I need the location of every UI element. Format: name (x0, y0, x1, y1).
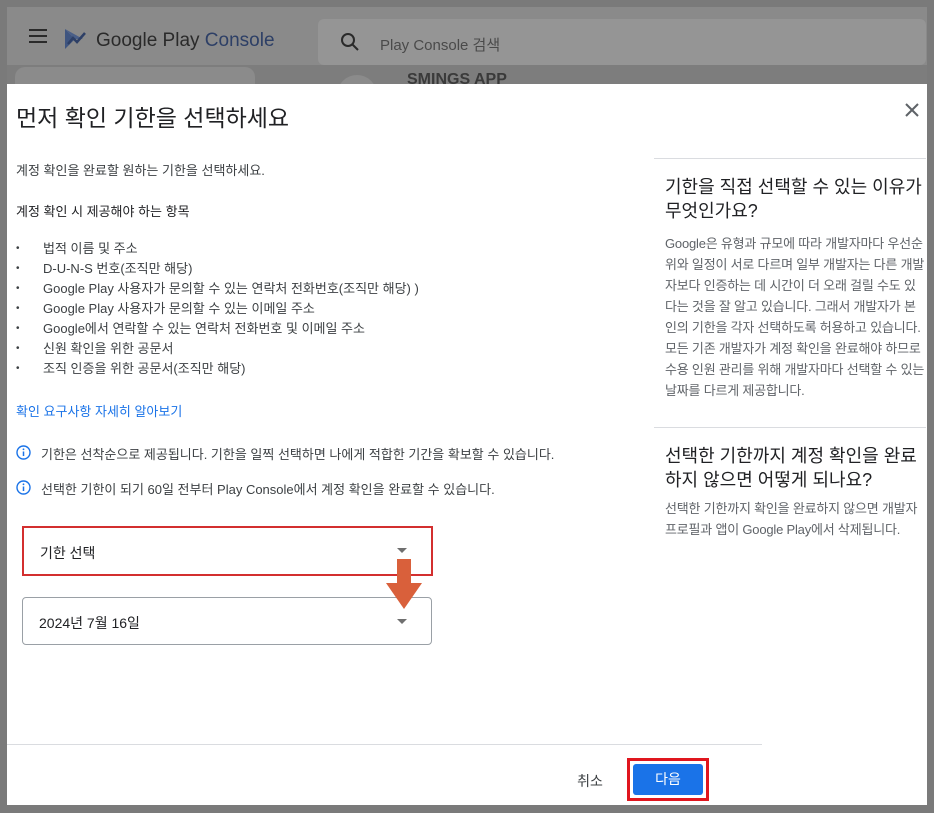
faq-item: 선택한 기한까지 계정 확인을 완료하지 않으면 어떻게 되나요? 선택한 기한… (654, 427, 926, 537)
search-bar[interactable]: Play Console 검색 (318, 19, 926, 65)
requirement-item: Google Play 사용자가 문의할 수 있는 이메일 주소 (16, 299, 419, 319)
next-button-highlight: 다음 (627, 758, 709, 801)
menu-icon[interactable] (29, 29, 47, 43)
app-logo-text: Google Play Console (96, 30, 275, 52)
footer-right-area (762, 744, 927, 805)
deadline-dialog: 먼저 확인 기한을 선택하세요 계정 확인을 완료할 원하는 기한을 선택하세요… (7, 84, 927, 805)
app-top-bar: Google Play Console Play Console 검색 (7, 7, 927, 65)
learn-more-link[interactable]: 확인 요구사항 자세히 알아보기 (16, 401, 182, 420)
requirement-item: Google에서 연락할 수 있는 연락처 전화번호 및 이메일 주소 (16, 319, 419, 339)
next-button[interactable]: 다음 (633, 764, 703, 795)
dropdown-arrow-icon (397, 548, 407, 553)
search-placeholder: Play Console 검색 (380, 37, 501, 54)
intro-text: 계정 확인을 완료할 원하는 기한을 선택하세요. (16, 163, 265, 178)
play-console-logo-icon (65, 29, 86, 49)
background-nav-item (15, 67, 255, 85)
deadline-select-highlighted[interactable]: 기한 선택 (22, 526, 433, 576)
requirements-heading: 계정 확인 시 제공해야 하는 항목 (16, 204, 190, 219)
dropdown-arrow-icon (397, 619, 407, 624)
info-icon (16, 480, 31, 495)
faq-question: 기한을 직접 선택할 수 있는 이유가 무엇인가요? (665, 177, 922, 221)
info-icon (16, 445, 31, 460)
requirement-item: 신원 확인을 위한 공문서 (16, 339, 419, 359)
deadline-select-label: 기한 선택 (40, 545, 96, 561)
info-text: 기한은 선착순으로 제공됩니다. 기한을 일찍 선택하면 나에게 적합한 기간을… (41, 447, 555, 462)
background-app-title: SMINGS APP (407, 71, 507, 85)
search-icon (341, 33, 359, 51)
faq-question: 선택한 기한까지 계정 확인을 완료하지 않으면 어떻게 되나요? (665, 446, 917, 490)
faq-answer: Google은 유형과 규모에 따라 개발자마다 우선순위와 일정이 서로 다르… (665, 236, 925, 398)
requirements-list: 법적 이름 및 주소 D-U-N-S 번호(조직만 해당) Google Pla… (16, 239, 419, 379)
requirement-item: D-U-N-S 번호(조직만 해당) (16, 259, 419, 279)
info-text: 선택한 기한이 되기 60일 전부터 Play Console에서 계정 확인을… (41, 482, 495, 497)
close-icon[interactable] (903, 101, 921, 119)
faq-answer: 선택한 기한까지 확인을 완료하지 않으면 개발자 프로필과 앱이 Google… (665, 501, 918, 537)
annotation-arrow-down-icon (386, 559, 422, 609)
footer-divider (7, 744, 762, 745)
deadline-select[interactable]: 2024년 7월 16일 (22, 597, 432, 645)
dialog-title: 먼저 확인 기한을 선택하세요 (16, 105, 290, 131)
logo-text-google-play: Google Play (96, 30, 200, 51)
background-content: SMINGS APP (7, 65, 927, 95)
cancel-button[interactable]: 취소 (567, 769, 613, 793)
deadline-select-value: 2024년 7월 16일 (39, 615, 140, 631)
requirement-item: Google Play 사용자가 문의할 수 있는 연락처 전화번호(조직만 해… (16, 279, 419, 299)
logo-text-console: Console (204, 30, 275, 51)
requirement-item: 조직 인증을 위한 공문서(조직만 해당) (16, 359, 419, 379)
requirement-item: 법적 이름 및 주소 (16, 239, 419, 259)
faq-item: 기한을 직접 선택할 수 있는 이유가 무엇인가요? Google은 유형과 규… (654, 158, 926, 398)
